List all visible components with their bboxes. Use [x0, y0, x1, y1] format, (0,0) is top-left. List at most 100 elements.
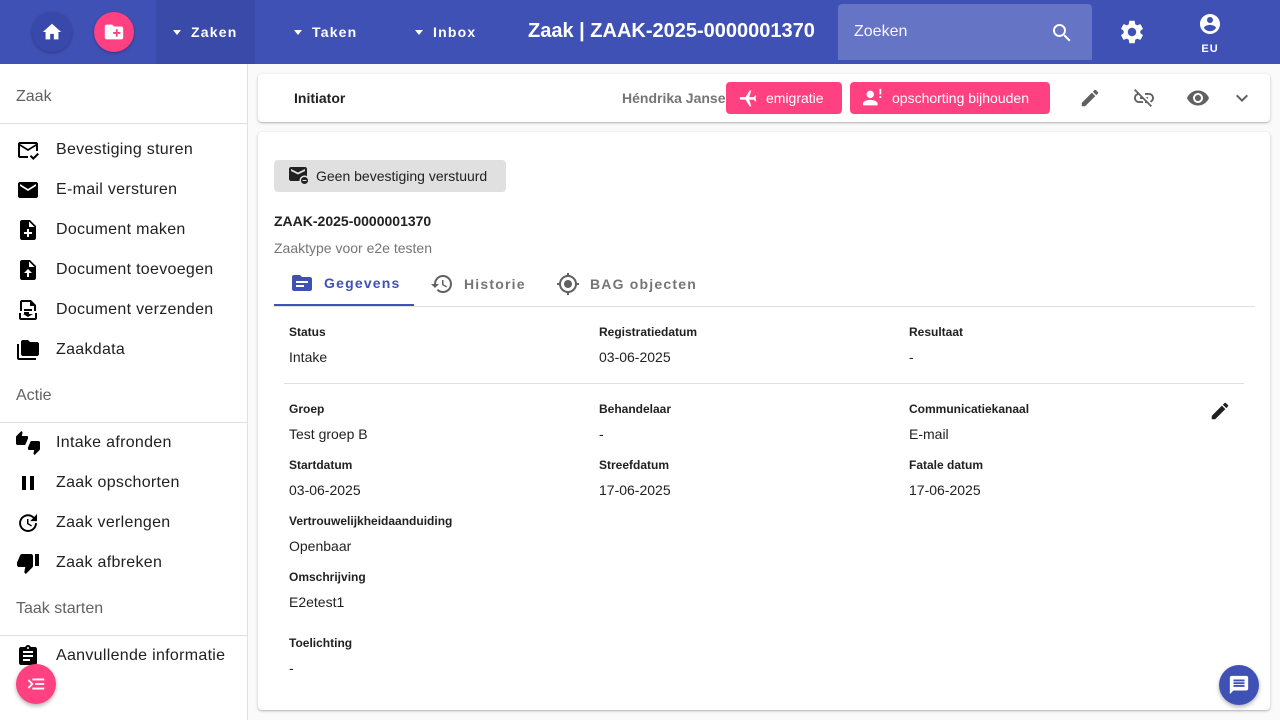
gear-icon	[1121, 20, 1143, 44]
confirmation-status-chip: Geen bevestiging verstuurd	[274, 160, 506, 192]
field-label: Resultaat	[909, 325, 964, 339]
menu-open-icon	[27, 678, 45, 690]
create-folder-icon	[104, 24, 124, 40]
nav-taken-menu[interactable]: Taken	[294, 0, 357, 64]
eye-icon	[1187, 90, 1209, 106]
sidebar-item-zaakdata[interactable]: Zaakdata	[0, 330, 247, 370]
field-toelichting: Toelichting -	[289, 636, 352, 676]
emigratie-button[interactable]: emigratie	[726, 82, 842, 114]
field-label: Fatale datum	[909, 458, 984, 472]
field-label: Status	[289, 325, 326, 339]
sidebar-item-intake-afronden[interactable]: Intake afronden	[0, 423, 247, 463]
chevron-down-icon	[1236, 94, 1248, 102]
email-icon	[18, 182, 38, 198]
gps-target-icon	[557, 273, 579, 295]
initiator-card: Initiator Héndrika Janse emigratie opsch…	[258, 74, 1270, 122]
user-account-button[interactable]: EU	[1190, 12, 1230, 56]
expand-initiator-button[interactable]	[1230, 86, 1254, 110]
opschorting-bijhouden-button[interactable]: opschorting bijhouden	[850, 82, 1050, 114]
case-type: Zaaktype voor e2e testen	[274, 240, 432, 256]
sidebar-item-zaak-verlengen[interactable]: Zaak verlengen	[0, 503, 247, 543]
nav-inbox-menu[interactable]: Inbox	[415, 0, 476, 64]
field-label: Communicatiekanaal	[909, 402, 1030, 416]
sidebar-item-label: Zaak afbreken	[56, 554, 163, 571]
nav-inbox-label: Inbox	[433, 24, 477, 40]
flight-icon	[739, 90, 757, 107]
folder-copy-icon	[17, 340, 39, 360]
opschorting-label: opschorting bijhouden	[892, 90, 1029, 106]
page-title: Zaak | ZAAK-2025-0000001370	[528, 20, 815, 42]
home-button[interactable]	[32, 12, 72, 52]
top-app-bar: Zaken Taken Inbox Zaak | ZAAK-2025-00000…	[0, 0, 1280, 64]
sidebar-item-label: Aanvullende informatie	[56, 647, 226, 664]
thumbs-up-down-icon	[16, 431, 40, 455]
note-add-icon	[20, 220, 36, 240]
unlink-initiator-button[interactable]	[1132, 86, 1156, 110]
new-case-button[interactable]	[94, 12, 134, 52]
field-value: -	[289, 660, 294, 676]
emigratie-label: emigratie	[766, 90, 824, 106]
link-off-icon	[1134, 89, 1154, 107]
field-groep: Groep Test groep B	[289, 402, 368, 442]
field-vertrouwelijkheid: Vertrouwelijkheidaanduiding Openbaar	[289, 514, 452, 554]
tab-gegevens[interactable]: Gegevens	[274, 262, 414, 306]
unsubscribe-icon	[289, 167, 308, 184]
view-initiator-button[interactable]	[1186, 86, 1210, 110]
sidebar-item-bevestiging-sturen[interactable]: Bevestiging sturen	[0, 130, 247, 170]
sidebar: Zaak Bevestiging sturen E-mail versturen…	[0, 64, 248, 720]
sidebar-item-document-verzenden[interactable]: Document verzenden	[0, 290, 247, 330]
sidebar-item-label: Document verzenden	[56, 301, 214, 318]
edit-case-fields-button[interactable]	[1208, 399, 1232, 423]
caret-down-icon	[415, 29, 423, 35]
topic-folder-icon	[292, 275, 312, 291]
edit-initiator-button[interactable]	[1078, 86, 1102, 110]
settings-button[interactable]	[1118, 18, 1146, 51]
sidebar-item-label: Zaak verlengen	[56, 514, 171, 531]
search-field[interactable]	[838, 4, 1092, 60]
field-communicatiekanaal: Communicatiekanaal E-mail	[909, 402, 1029, 442]
field-value: 03-06-2025	[599, 349, 671, 365]
case-id: ZAAK-2025-0000001370	[274, 213, 432, 229]
sidebar-item-document-maken[interactable]: Document maken	[0, 210, 247, 250]
search-icon[interactable]	[1050, 21, 1074, 45]
sidebar-item-zaak-opschorten[interactable]: Zaak opschorten	[0, 463, 247, 503]
notes-fab[interactable]	[1219, 665, 1259, 705]
sidebar-item-document-toevoegen[interactable]: Document toevoegen	[0, 250, 247, 290]
pencil-icon	[1081, 89, 1099, 107]
sidebar-item-label: Bevestiging sturen	[56, 141, 194, 158]
account-circle-icon	[1200, 14, 1220, 34]
tab-historie[interactable]: Historie	[430, 262, 526, 306]
sidebar-item-label: Zaak opschorten	[56, 474, 180, 491]
history-icon	[431, 275, 452, 293]
nav-zaken-label: Zaken	[191, 24, 238, 40]
field-value: 03-06-2025	[289, 482, 361, 498]
nav-zaken-menu[interactable]: Zaken	[156, 0, 255, 64]
field-value: Intake	[289, 349, 328, 365]
person-alert-icon	[862, 88, 882, 106]
field-omschrijving: Omschrijving E2etest1	[289, 570, 366, 610]
thumb-down-icon	[17, 554, 39, 574]
toggle-menu-fab[interactable]	[16, 664, 56, 704]
nav-taken-label: Taken	[312, 24, 358, 40]
field-value: -	[599, 426, 604, 442]
tab-label: Gegevens	[324, 275, 401, 291]
field-startdatum: Startdatum 03-06-2025	[289, 458, 361, 498]
sidebar-item-zaak-afbreken[interactable]: Zaak afbreken	[0, 543, 247, 583]
initiator-name: Héndrika Janse	[622, 90, 726, 106]
sidebar-header-actie: Actie	[0, 370, 247, 423]
chip-label: Geen bevestiging verstuurd	[316, 168, 488, 184]
tab-bag-objecten[interactable]: BAG objecten	[556, 262, 697, 306]
sidebar-item-label: E-mail versturen	[56, 181, 178, 198]
caret-down-icon	[173, 29, 181, 35]
sidebar-item-email-versturen[interactable]: E-mail versturen	[0, 170, 247, 210]
update-icon	[19, 514, 37, 532]
field-value: -	[909, 349, 914, 365]
pencil-icon	[1211, 402, 1229, 420]
pause-icon	[22, 476, 34, 490]
upload-file-icon	[20, 260, 36, 280]
field-label: Streefdatum	[599, 458, 670, 472]
field-value: E-mail	[909, 426, 949, 442]
field-value: Openbaar	[289, 538, 352, 554]
field-value: 17-06-2025	[599, 482, 671, 498]
search-input[interactable]	[854, 20, 1044, 44]
